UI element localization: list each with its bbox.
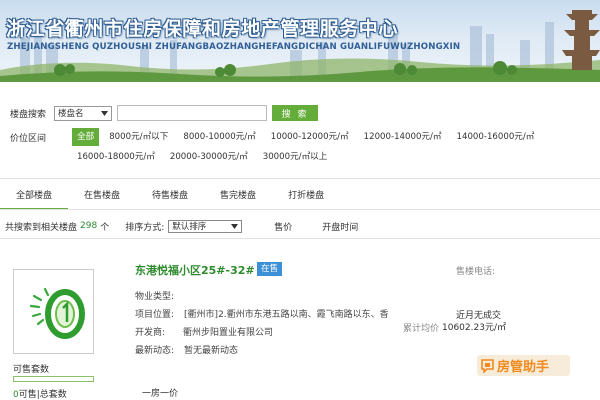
listing-tabs: 全部楼盘 在售楼盘 待售楼盘 售完楼盘 打折楼盘 <box>0 186 600 210</box>
price-option-8000-10000[interactable]: 8000-10000元/㎡ <box>178 128 260 146</box>
city-skyline-illustration <box>0 10 600 82</box>
project-name: 东港悦福小区 <box>135 264 201 277</box>
search-bar: 楼盘搜索 楼盘名 搜 索 <box>10 104 319 122</box>
tab-discount[interactable]: 打折楼盘 <box>272 186 340 210</box>
latest-news-value: 暂无最新动态 <box>184 346 239 356</box>
project-name-link[interactable]: 东港悦福小区25#-32# <box>135 262 255 278</box>
price-option-14000-16000[interactable]: 14000-16000元/㎡ <box>452 128 540 146</box>
available-total-text: 可售|总套数 <box>18 390 67 400</box>
availability-bar <box>13 376 94 382</box>
sales-phone-label: 售楼电话: <box>456 267 496 277</box>
price-option-below-8000[interactable]: 8000元/㎡以下 <box>104 128 173 146</box>
chevron-down-icon <box>101 110 109 116</box>
site-title: 浙江省衢州市住房保障和房地产管理服务中心 <box>6 18 399 40</box>
project-logo-icon <box>29 287 85 339</box>
price-option-above-30000[interactable]: 30000元/㎡以上 <box>258 148 333 166</box>
price-option-12000-14000[interactable]: 12000-14000元/㎡ <box>359 128 447 146</box>
divider <box>0 209 600 210</box>
sort-by-open-date[interactable]: 开盘时间 <box>322 220 358 233</box>
location-row: 项目位置: [衢州市]2.衢州市东港五路以南、霞飞南路以东、香 <box>135 307 389 320</box>
site-banner: 浙江省衢州市住房保障和房地产管理服务中心 ZHEJIANGSHENG QUZHO… <box>0 0 600 82</box>
price-option-10000-12000[interactable]: 10000-12000元/㎡ <box>266 128 354 146</box>
location-label: 项目位置: <box>135 310 175 320</box>
site-subtitle: ZHEJIANGSHENG QUZHOUSHI ZHUFANGBAOZHANGH… <box>7 42 461 52</box>
price-option-20000-30000[interactable]: 20000-30000元/㎡ <box>165 148 253 166</box>
tab-on-sale[interactable]: 在售楼盘 <box>68 186 136 210</box>
house-chat-icon <box>481 358 494 373</box>
search-input[interactable] <box>117 105 268 121</box>
status-badge: 在售 <box>257 262 282 276</box>
latest-news-row: 最新动态: 暂无最新动态 <box>135 343 238 356</box>
watermark-text: 房管助手 <box>497 360 550 375</box>
sort-label: 排序方式: <box>125 222 165 233</box>
location-value: [衢州市]2.衢州市东港五路以南、霞飞南路以东、香 <box>184 310 389 320</box>
property-type-row: 物业类型: <box>135 289 184 302</box>
price-option-16000-18000[interactable]: 16000-18000元/㎡ <box>72 148 160 166</box>
result-bar: 共搜索到相关楼盘 298 个 排序方式: 默认排序 售价 开盘时间 <box>5 219 358 233</box>
divider <box>0 178 600 179</box>
sort-by-price[interactable]: 售价 <box>274 220 292 233</box>
tab-all[interactable]: 全部楼盘 <box>0 186 69 210</box>
price-filter-label: 价位区间 <box>10 134 47 144</box>
property-type-label: 物业类型: <box>135 292 175 302</box>
search-type-value: 楼盘名 <box>58 109 84 119</box>
project-thumbnail[interactable] <box>13 269 94 354</box>
avg-price-value: 10602.23元/㎡ <box>442 323 506 333</box>
result-count: 298 <box>80 221 98 231</box>
price-filter-options: 全部 8000元/㎡以下 8000-10000元/㎡ 10000-12000元/… <box>72 128 592 168</box>
divider <box>0 238 600 239</box>
search-button[interactable]: 搜 索 <box>272 105 319 121</box>
sort-select[interactable]: 默认排序 <box>168 219 243 233</box>
tab-sold-out[interactable]: 售完楼盘 <box>204 186 272 210</box>
chevron-down-icon <box>231 223 239 229</box>
result-prefix: 共搜索到相关楼盘 <box>5 222 78 233</box>
developer-label: 开发商: <box>135 328 166 338</box>
project-building-range: 25#-32# <box>201 264 255 277</box>
tab-upcoming[interactable]: 待售楼盘 <box>136 186 204 210</box>
available-label: 可售套数 <box>13 365 50 375</box>
developer-value: 衢州步阳置业有限公司 <box>183 328 274 338</box>
search-type-select[interactable]: 楼盘名 <box>54 105 113 121</box>
sort-select-value: 默认排序 <box>172 222 207 232</box>
developer-row: 开发商: 衢州步阳置业有限公司 <box>135 325 273 338</box>
search-label: 楼盘搜索 <box>10 109 47 120</box>
avg-price-label: 累计均价 <box>403 324 440 334</box>
available-count: 0可售|总套数 <box>13 387 67 400</box>
watermark: 房管助手 <box>477 355 570 376</box>
result-suffix: 个 <box>100 222 110 233</box>
latest-news-label: 最新动态: <box>135 346 175 356</box>
single-price-tag: 一房一价 <box>142 389 179 399</box>
price-option-all[interactable]: 全部 <box>72 128 100 146</box>
